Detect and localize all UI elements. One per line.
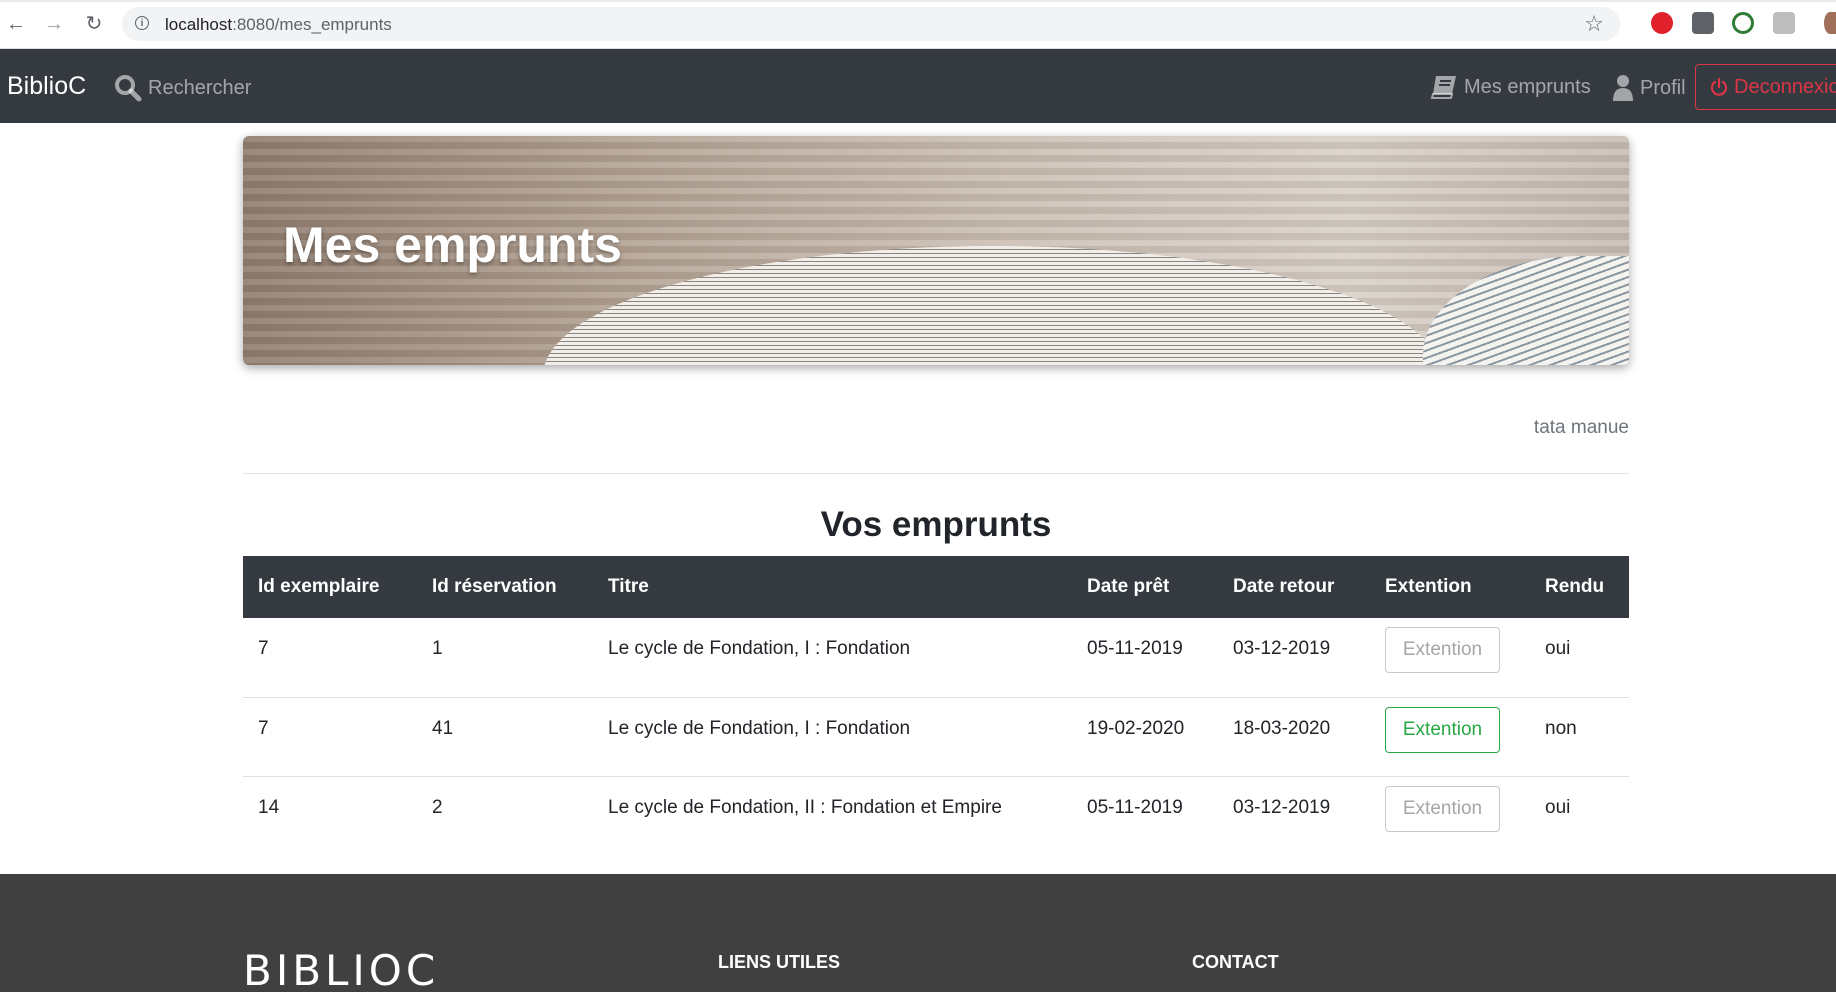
cell-rendu: non [1530, 696, 1629, 776]
hero-banner: Mes emprunts [243, 136, 1629, 365]
browser-toolbar: ← → ↻ i localhost:8080/mes_emprunts ☆ [0, 0, 1836, 49]
facebook-extension-icon[interactable] [1692, 12, 1714, 34]
profile-avatar[interactable] [1824, 12, 1836, 34]
cell-id-exemplaire: 14 [243, 775, 417, 855]
cell-rendu: oui [1545, 638, 1571, 659]
column-header: Date prêt [1072, 556, 1218, 618]
table-row: 7 1 Le cycle de Fondation, I : Fondation… [243, 618, 1629, 697]
cast-extension-icon[interactable] [1773, 12, 1795, 34]
url-host: localhost [165, 15, 233, 34]
logout-button[interactable]: Deconnexio [1695, 64, 1836, 110]
my-loans-label: Mes emprunts [1464, 75, 1591, 98]
info-icon[interactable]: i [135, 16, 149, 30]
forward-icon[interactable]: → [42, 12, 66, 36]
navbar: BiblioC Rechercher Mes emprunts Profil D… [0, 49, 1836, 123]
user-name: tata manue [1533, 417, 1629, 438]
footer-links-title: LIENS UTILES [718, 952, 841, 972]
column-header: Rendu [1530, 556, 1629, 618]
book-pages-image [543, 246, 1443, 365]
table-header-row: Id exemplaire Id réservation Titre Date … [243, 556, 1629, 618]
tab-strip-edge [0, 0, 1836, 2]
cell-date-pret: 05-11-2019 [1072, 775, 1218, 855]
cell-extention: Extention [1370, 775, 1530, 855]
column-header: Id réservation [417, 556, 593, 618]
column-header: Extention [1370, 556, 1530, 618]
cell-date-retour: 18-03-2020 [1218, 696, 1370, 776]
column-header: Titre [593, 556, 1072, 618]
divider [243, 473, 1629, 474]
back-icon[interactable]: ← [4, 12, 28, 36]
adblock-extension-icon[interactable] [1651, 12, 1673, 34]
extention-button[interactable]: Extention [1385, 627, 1500, 673]
footer: BIBLIOC LIENS UTILES CONTACT [0, 874, 1836, 995]
cell-extention: Extention [1370, 696, 1530, 776]
cell-date-pret: 05-11-2019 [1087, 638, 1183, 659]
power-icon [1710, 78, 1728, 96]
cell-date-pret: 19-02-2020 [1072, 696, 1218, 776]
user-icon [1613, 75, 1633, 101]
column-header: Id exemplaire [243, 556, 417, 618]
hero-title: Mes emprunts [283, 217, 622, 273]
cell-date-retour: 03-12-2019 [1218, 775, 1370, 855]
logout-label: Deconnexio [1734, 75, 1836, 98]
column-header: Date retour [1218, 556, 1370, 618]
profile-link[interactable]: Profil [1612, 74, 1686, 102]
search-link[interactable]: Rechercher [114, 74, 251, 102]
cell-id-reservation: 2 [417, 775, 593, 855]
profile-label: Profil [1640, 76, 1686, 99]
bookmark-star-icon[interactable]: ☆ [1584, 11, 1604, 37]
footer-logo: BIBLIOC [243, 946, 440, 995]
cell-rendu: oui [1530, 775, 1629, 855]
brand-logo[interactable]: BiblioC [7, 72, 86, 101]
headphones-extension-icon[interactable] [1732, 12, 1754, 34]
cell-id-exemplaire: 7 [243, 696, 417, 776]
cell-id-reservation: 1 [432, 638, 443, 659]
table-row: 14 2 Le cycle de Fondation, II : Fondati… [243, 775, 1629, 855]
cell-date-retour: 03-12-2019 [1233, 638, 1331, 659]
url-text[interactable]: localhost:8080/mes_emprunts [165, 15, 392, 35]
loans-section-title: Vos emprunts [820, 505, 1052, 544]
url-path: :8080/mes_emprunts [232, 15, 392, 34]
cell-id-reservation: 41 [417, 696, 593, 776]
search-icon [115, 75, 142, 102]
search-link-label: Rechercher [148, 76, 252, 99]
reload-icon[interactable]: ↻ [82, 12, 106, 36]
cell-id-exemplaire: 7 [258, 638, 269, 659]
book-icon [1430, 76, 1456, 99]
cell-titre: Le cycle de Fondation, II : Fondation et… [593, 775, 1072, 855]
cell-extention: Extention [1370, 618, 1530, 697]
loans-table: Id exemplaire Id réservation Titre Date … [243, 556, 1629, 855]
my-loans-link[interactable]: Mes emprunts [1430, 74, 1591, 100]
extention-button[interactable]: Extention [1385, 785, 1500, 832]
extention-button[interactable]: Extention [1385, 706, 1500, 753]
footer-contact-title: CONTACT [1192, 952, 1279, 972]
book-pages-image-right [1423, 256, 1629, 365]
cell-titre: Le cycle de Fondation, I : Fondation [608, 638, 911, 659]
table-row: 7 41 Le cycle de Fondation, I : Fondatio… [243, 696, 1629, 776]
address-bar[interactable]: i localhost:8080/mes_emprunts ☆ [122, 7, 1620, 41]
cell-titre: Le cycle de Fondation, I : Fondation [593, 696, 1072, 776]
